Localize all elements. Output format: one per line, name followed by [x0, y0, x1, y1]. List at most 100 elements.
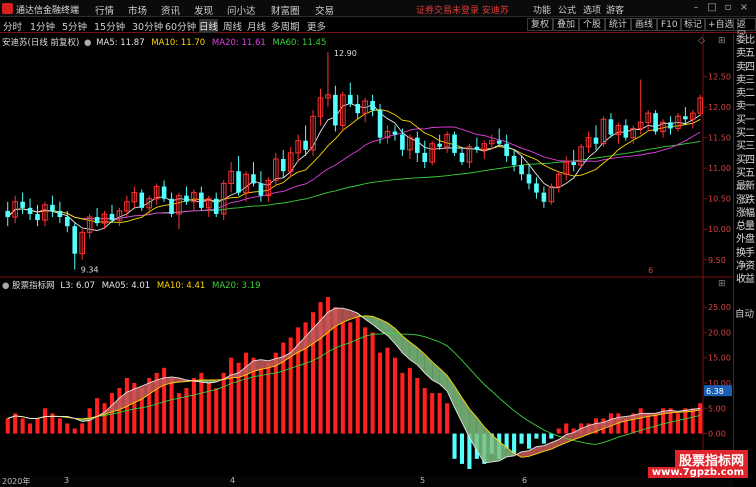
ma60-label: MA60: 11.45	[272, 38, 327, 48]
period-tab[interactable]: 分时	[3, 19, 22, 33]
indicator-panel-icon[interactable]: ⊞	[718, 279, 726, 289]
back-button[interactable]: 返回	[733, 18, 756, 41]
candle-body-down	[27, 207, 33, 214]
indicator-bar	[653, 413, 658, 434]
panel-settings-icon[interactable]: ◇	[698, 36, 705, 46]
indicator-bar	[422, 388, 427, 434]
indicator-bar	[541, 433, 546, 444]
price-tick-label: 11.50	[708, 134, 731, 143]
indicator-legend: ● 股票指标网 L3: 6.07 MA05: 4.01 MA10: 4.41 M…	[2, 279, 261, 291]
period-tab[interactable]: 月线	[247, 19, 266, 33]
ma10-ind-label: MA10: 4.41	[156, 281, 206, 291]
restore-icon[interactable]: ▫	[722, 2, 734, 14]
indicator-tick-label: 15.00	[708, 354, 731, 363]
period-tab[interactable]: 1分钟	[30, 19, 55, 33]
period-tab[interactable]: 5分钟	[62, 19, 87, 33]
candle-body-down	[370, 100, 375, 111]
toolbar-button[interactable]: F10	[657, 18, 682, 31]
candle-body-down	[347, 94, 353, 105]
panel-label-weibi: 委比	[736, 35, 755, 46]
menu-item-news[interactable]: 资讯	[161, 3, 180, 17]
candle-body-down	[437, 143, 442, 147]
panel-label-sell4: 卖四	[736, 61, 755, 73]
maximize-icon[interactable]: □	[706, 2, 718, 14]
candle-body-down	[526, 174, 532, 184]
period-tab[interactable]: 更多	[307, 19, 326, 33]
candle-body-down	[519, 165, 524, 175]
high-annotation: 12.90	[334, 49, 357, 58]
menu-item-wealth[interactable]: 财富圈	[271, 3, 300, 17]
price-tick-label: 12.50	[708, 73, 731, 82]
candle-body-down	[414, 137, 420, 153]
candle-body-down	[333, 94, 338, 126]
candle-body-down	[236, 171, 241, 193]
indicator-bar	[57, 418, 62, 434]
close-icon[interactable]: ×	[738, 2, 750, 14]
indicator-tick-label: 0.00	[708, 430, 726, 439]
candle-body-down	[653, 113, 658, 132]
period-tab[interactable]: 多周期	[271, 19, 300, 33]
menu-functions[interactable]: 功能	[533, 3, 551, 16]
guest-label[interactable]: 游客	[606, 3, 624, 16]
menu-item-xiaoda[interactable]: 问小达	[227, 3, 256, 17]
panel-label-sell2: 卖二	[736, 88, 755, 100]
candle-body-down	[199, 192, 204, 208]
toolbar-button[interactable]: 复权	[527, 18, 554, 31]
period-tab[interactable]: 60分钟	[165, 19, 196, 33]
candle-body-down	[459, 152, 465, 163]
indicator-bar	[35, 418, 40, 434]
panel-layout-icon[interactable]: ⊞	[718, 36, 726, 46]
toolbar-button[interactable]: 标记	[680, 18, 707, 31]
period-tab[interactable]: 15分钟	[94, 19, 125, 33]
panel-label-latest: 最新	[736, 181, 755, 193]
panel-label-buy2: 买二	[736, 128, 755, 140]
toolbar-button[interactable]: 统计	[605, 18, 632, 31]
candle-body-down	[504, 143, 509, 156]
ma20-label: MA20: 11.61	[211, 38, 266, 48]
period-tab[interactable]: 30分钟	[132, 19, 163, 33]
month-marker: 6	[648, 266, 653, 275]
indicator-tick-label: 5.00	[708, 404, 726, 413]
candle-body-down	[94, 217, 100, 224]
panel-label-outer: 外盘	[736, 234, 755, 246]
app-logo-icon	[2, 3, 13, 14]
candle-body-down	[20, 201, 25, 208]
menu-item-trade[interactable]: 交易	[315, 3, 334, 17]
chart-area[interactable]: 12.50 12.00 11.50 11.00 10.50 10.00 9.50 25.00 2…	[0, 34, 733, 476]
indicator-tick-label: 25.00	[708, 303, 731, 312]
indicator-bar	[169, 377, 174, 434]
candle-body-down	[474, 146, 480, 150]
l3-label: L3: 6.07	[60, 281, 95, 291]
candle-body-down	[35, 213, 40, 221]
menu-item-discover[interactable]: 发现	[194, 3, 213, 17]
date-label: 3	[64, 476, 70, 485]
settings-icon[interactable]: ●	[84, 38, 91, 48]
kline-chart[interactable]: 12.50 12.00 11.50 11.00 10.50 10.00 9.50 25.00 2…	[0, 34, 733, 476]
candle-body-down	[668, 122, 673, 129]
menu-options[interactable]: 选项	[583, 3, 601, 16]
quote-side-panel: 委比 卖五 卖四 卖三 卖二 卖一 买一 买二 买三 买四 买五 最新 涨跌 涨…	[733, 34, 756, 476]
toolbar-button[interactable]: 画线	[631, 18, 658, 31]
candle-body-down	[303, 140, 308, 150]
indicator-bar	[355, 317, 360, 434]
minimize-icon[interactable]: –	[690, 2, 702, 14]
login-warning[interactable]: 证券交易未登录 安迪苏	[416, 3, 509, 16]
ma10-label: MA10: 11.70	[151, 38, 206, 48]
indicator-band	[484, 426, 492, 463]
menu-item-market[interactable]: 市场	[128, 3, 147, 17]
indicator-bar	[407, 367, 412, 434]
indicator-bar	[340, 322, 345, 434]
indicator-bar	[437, 393, 442, 434]
menu-item-quotes[interactable]: 行情	[95, 3, 114, 17]
indicator-bar	[20, 418, 25, 434]
period-tab[interactable]: 周线	[223, 19, 242, 33]
auto-label[interactable]: 自动	[735, 306, 754, 320]
toolbar-button[interactable]: 叠加	[553, 18, 580, 31]
price-tick-label: 12.00	[708, 103, 731, 112]
period-tab-active[interactable]: 日线	[199, 19, 219, 33]
indicator-settings-icon[interactable]: ●	[2, 281, 9, 291]
panel-label-sell1: 卖一	[736, 101, 755, 113]
candle-body-down	[280, 159, 286, 172]
menu-formula[interactable]: 公式	[558, 3, 576, 16]
toolbar-button[interactable]: 个股	[579, 18, 606, 31]
